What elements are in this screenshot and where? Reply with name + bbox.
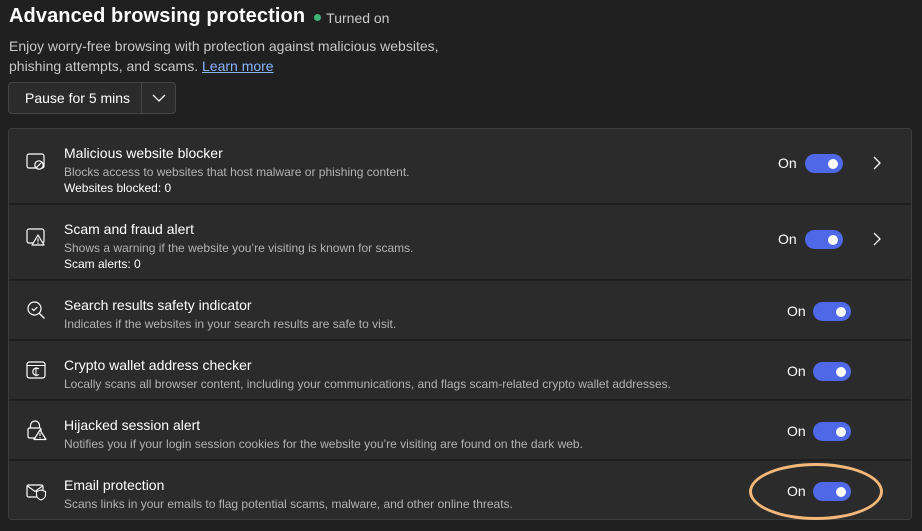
row-count: Scam alerts: 0 [64, 257, 141, 271]
toggle-label: On [778, 155, 797, 171]
row-texts: Crypto wallet address checker Locally sc… [64, 356, 671, 392]
row-scam-and-fraud-alert[interactable]: Scam and fraud alert Shows a warning if … [9, 205, 911, 280]
row-description: Scans links in your emails to flag poten… [64, 497, 513, 511]
row-description: Shows a warning if the website you’re vi… [64, 241, 414, 255]
search-shield-icon [27, 301, 45, 319]
row-texts: Scam and fraud alert Shows a warning if … [64, 220, 413, 272]
chevron-right-icon[interactable] [871, 156, 883, 170]
pause-dropdown-button[interactable] [142, 83, 175, 113]
advanced-browsing-protection-page: Advanced browsing protection Turned on E… [0, 0, 922, 531]
row-description: Blocks access to websites that host malw… [64, 165, 410, 179]
page-description: Enjoy worry-free browsing with protectio… [9, 36, 459, 76]
chevron-down-icon [152, 94, 165, 102]
status-text: Turned on [326, 9, 390, 26]
scam-and-fraud-alert-toggle[interactable] [805, 230, 843, 249]
status-dot-icon [314, 14, 322, 21]
toggle-knob [828, 158, 838, 169]
row-description: Indicates if the websites in your search… [64, 317, 397, 331]
row-crypto-wallet-address-checker: Crypto wallet address checker Locally sc… [9, 341, 911, 400]
lock-warning-icon [27, 420, 47, 441]
highlight-circle [749, 463, 883, 520]
row-description: Locally scans all browser content, inclu… [64, 377, 671, 391]
toggle-label: On [778, 231, 797, 247]
protection-feature-list: Malicious website blocker Blocks access … [8, 128, 912, 520]
row-malicious-website-blocker[interactable]: Malicious website blocker Blocks access … [9, 129, 911, 204]
pause-split-button: Pause for 5 mins [8, 82, 176, 114]
row-texts: Malicious website blocker Blocks access … [64, 144, 410, 196]
toggle-label: On [787, 363, 806, 379]
row-title: Scam and fraud alert [64, 221, 194, 237]
row-description: Notifies you if your login session cooki… [64, 437, 583, 451]
page-header: Advanced browsing protection Turned on [9, 5, 389, 28]
row-title: Malicious website blocker [64, 145, 223, 161]
toggle-label: On [787, 303, 806, 319]
email-shield-icon [26, 484, 47, 501]
crypto-wallet-icon [26, 361, 46, 379]
row-search-results-safety-indicator: Search results safety indicator Indicate… [9, 281, 911, 340]
blocked-site-icon [26, 153, 45, 170]
search-results-safety-indicator-toggle[interactable] [813, 302, 851, 321]
toggle-knob [836, 306, 846, 317]
row-texts: Email protection Scans links in your ema… [64, 476, 513, 512]
row-texts: Search results safety indicator Indicate… [64, 296, 396, 332]
chevron-right-icon[interactable] [871, 232, 883, 246]
hijacked-session-alert-toggle[interactable] [813, 422, 851, 441]
row-title: Hijacked session alert [64, 417, 201, 433]
row-hijacked-session-alert: Hijacked session alert Notifies you if y… [9, 401, 911, 460]
status-indicator: Turned on [314, 10, 389, 26]
malicious-website-blocker-toggle[interactable] [805, 154, 843, 173]
row-title: Email protection [64, 477, 165, 493]
row-texts: Hijacked session alert Notifies you if y… [64, 416, 583, 452]
learn-more-link[interactable]: Learn more [202, 58, 274, 74]
page-title: Advanced browsing protection [9, 5, 306, 27]
toggle-label: On [787, 423, 806, 439]
toggle-knob [836, 366, 846, 377]
row-count: Websites blocked: 0 [64, 181, 172, 195]
row-title: Crypto wallet address checker [64, 357, 252, 373]
pause-button[interactable]: Pause for 5 mins [9, 83, 141, 113]
row-title: Search results safety indicator [64, 297, 252, 313]
crypto-wallet-address-checker-toggle[interactable] [813, 362, 851, 381]
toggle-knob [828, 234, 838, 245]
toggle-knob [836, 426, 846, 437]
warning-window-icon [26, 228, 45, 246]
